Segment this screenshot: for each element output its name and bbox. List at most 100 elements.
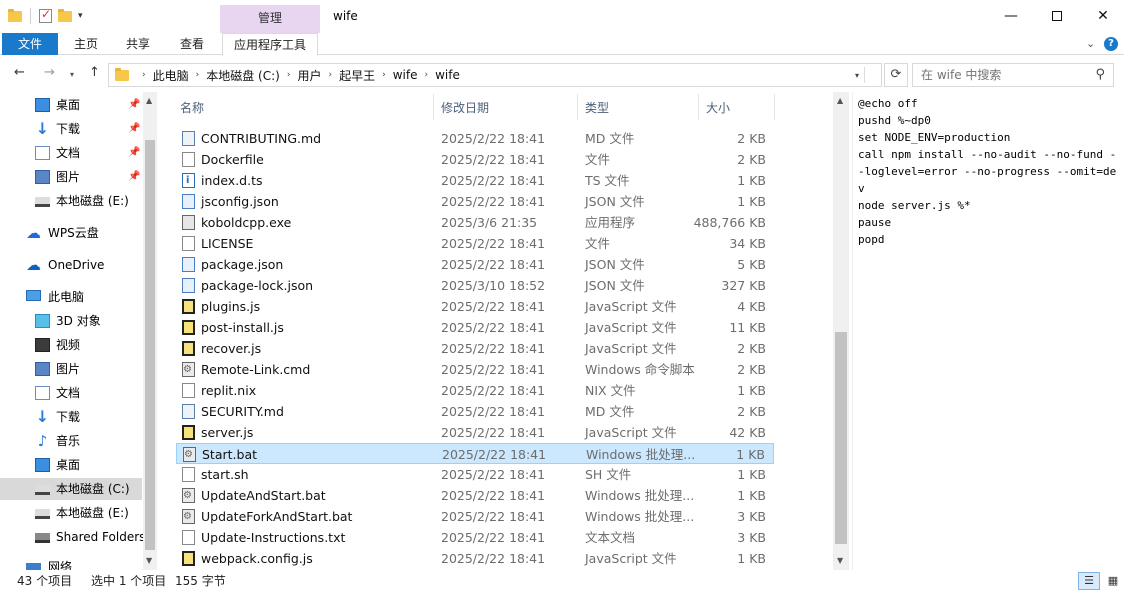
nav-item-pictures[interactable]: 图片 [0,358,142,380]
manage-context-tab[interactable]: 管理 [220,5,320,33]
desktop-icon [35,98,50,112]
tab-view[interactable]: 查看 [172,33,212,55]
column-header-name[interactable]: 名称 [180,99,204,116]
scroll-down-arrow-icon[interactable]: ▼ [146,556,152,565]
file-row[interactable]: CONTRIBUTING.md 2025/2/22 18:41 MD 文件 2 KB [176,128,774,149]
column-divider[interactable] [698,94,699,120]
large-icons-view-icon[interactable]: ▦ [1102,572,1124,590]
file-row[interactable]: package.json 2025/2/22 18:41 JSON 文件 5 KB [176,254,774,275]
nav-item-documents[interactable]: 文档 [0,382,142,404]
column-divider[interactable] [577,94,578,120]
file-row[interactable]: SECURITY.md 2025/2/22 18:41 MD 文件 2 KB [176,401,774,422]
nav-item-downloads-pinned[interactable]: ↓ 下载 📌 [0,118,142,140]
pin-icon[interactable]: 📌 [128,142,140,164]
properties-icon[interactable] [39,7,52,23]
column-header-date[interactable]: 修改日期 [441,99,489,116]
details-view-icon[interactable]: ☰ [1078,572,1100,590]
file-row[interactable]: Dockerfile 2025/2/22 18:41 文件 2 KB [176,149,774,170]
file-row[interactable]: package-lock.json 2025/3/10 18:52 JSON 文件 3… [176,275,774,296]
scroll-up-arrow-icon[interactable]: ▲ [837,96,843,105]
expand-ribbon-chevron-icon[interactable]: ⌄ [1086,33,1095,55]
file-row[interactable]: koboldcpp.exe 2025/3/6 21:35 应用程序 488,766 K… [176,212,774,233]
breadcrumb-chevron-icon[interactable]: › [142,70,146,80]
refresh-button[interactable]: ⟳ [884,63,908,87]
search-input[interactable] [913,64,1083,86]
file-row[interactable]: Update-Instructions.txt 2025/2/22 18:41 文本… [176,527,774,548]
nav-item-3d-objects[interactable]: 3D 对象 [0,310,142,332]
breadcrumb-this-pc[interactable]: 此电脑 [153,67,189,84]
file-row[interactable]: index.d.ts 2025/2/22 18:41 TS 文件 1 KB [176,170,774,191]
breadcrumb-chevron-icon[interactable]: › [328,70,332,80]
file-row[interactable]: replit.nix 2025/2/22 18:41 NIX 文件 1 KB [176,380,774,401]
scrollbar-thumb[interactable] [145,140,155,550]
pin-icon[interactable]: 📌 [128,94,140,116]
nav-item-music[interactable]: ♪ 音乐 [0,430,142,452]
tab-share[interactable]: 共享 [118,33,158,55]
nav-item-drive-e[interactable]: 本地磁盘 (E:) [0,502,142,524]
file-row[interactable]: UpdateForkAndStart.bat 2025/2/22 18:41 Win… [176,506,774,527]
file-row[interactable]: server.js 2025/2/22 18:41 JavaScript 文件 42 … [176,422,774,443]
breadcrumb-drive-c[interactable]: 本地磁盘 (C:) [206,67,280,84]
forward-arrow-icon[interactable]: → [44,65,55,80]
nav-item-this-pc[interactable]: 此电脑 [0,286,142,308]
file-row[interactable]: LICENSE 2025/2/22 18:41 文件 34 KB [176,233,774,254]
search-icon[interactable]: ⚲ [1095,67,1105,82]
column-divider[interactable] [774,94,775,120]
breadcrumb-chevron-icon[interactable]: › [196,70,200,80]
scroll-up-arrow-icon[interactable]: ▲ [146,96,152,105]
nav-item-desktop[interactable]: 桌面 [0,454,142,476]
nav-item-drive-c[interactable]: 本地磁盘 (C:) [0,478,142,500]
navigation-pane-scrollbar[interactable]: ▲ ▼ [143,92,157,570]
nav-item-downloads[interactable]: ↓ 下载 [0,406,142,428]
file-row[interactable]: post-install.js 2025/2/22 18:41 JavaScript… [176,317,774,338]
file-row[interactable]: webpack.config.js 2025/2/22 18:41 JavaScri… [176,548,774,569]
recent-locations-chevron-icon[interactable]: ▾ [70,70,74,79]
breadcrumb-chevron-icon[interactable]: › [287,70,291,80]
address-history-dropdown-icon[interactable]: ▾ [855,71,859,80]
help-icon[interactable]: ? [1104,37,1118,51]
customize-toolbar-dropdown[interactable]: ▾ [78,11,83,21]
file-row[interactable]: Remote-Link.cmd 2025/2/22 18:41 Windows 命令… [176,359,774,380]
maximize-button[interactable] [1034,0,1080,32]
breadcrumb-users[interactable]: 用户 [297,67,321,84]
address-bar[interactable]: › 此电脑 › 本地磁盘 (C:) › 用户 › 起早王 › wife › wi… [108,63,882,87]
nav-item-shared-folders[interactable]: Shared Folders [0,526,145,548]
nav-item-onedrive[interactable]: ☁ OneDrive [0,254,142,276]
tab-application-tools[interactable]: 应用程序工具 [222,33,318,56]
breadcrumb-wife-parent[interactable]: wife [393,68,418,82]
pin-icon[interactable]: 📌 [128,118,140,140]
nav-item-wps-cloud[interactable]: ☁ WPS云盘 [0,222,142,244]
file-row[interactable]: jsconfig.json 2025/2/22 18:41 JSON 文件 1 KB [176,191,774,212]
back-arrow-icon[interactable]: ← [14,65,25,80]
nav-item-desktop-pinned[interactable]: 桌面 📌 [0,94,142,116]
nav-item-documents-pinned[interactable]: 文档 📌 [0,142,142,164]
column-header-type[interactable]: 类型 [585,99,609,116]
file-size: 11 KB [729,320,766,335]
nav-item-network[interactable]: 网络 [0,556,142,570]
file-row[interactable]: UpdateAndStart.bat 2025/2/22 18:41 Windows… [176,485,774,506]
breadcrumb-wife-current[interactable]: wife [435,68,460,82]
nav-item-drive-e-pinned[interactable]: 本地磁盘 (E:) [0,190,142,212]
up-arrow-icon[interactable]: ↑ [89,65,100,80]
breadcrumb-chevron-icon[interactable]: › [382,70,386,80]
nav-item-videos[interactable]: 视频 [0,334,142,356]
file-row[interactable]: start.sh 2025/2/22 18:41 SH 文件 1 KB [176,464,774,485]
file-row[interactable]: recover.js 2025/2/22 18:41 JavaScript 文件 2 … [176,338,774,359]
search-box[interactable]: ⚲ [912,63,1114,87]
nav-item-pictures-pinned[interactable]: 图片 📌 [0,166,142,188]
pin-icon[interactable]: 📌 [128,166,140,188]
file-row[interactable]: plugins.js 2025/2/22 18:41 JavaScript 文件 4 … [176,296,774,317]
new-folder-icon[interactable] [58,8,72,22]
tab-file[interactable]: 文件 [2,33,58,55]
close-button[interactable]: ✕ [1080,0,1124,32]
scrollbar-thumb[interactable] [835,332,847,544]
tab-home[interactable]: 主页 [66,33,106,55]
breadcrumb-chevron-icon[interactable]: › [424,70,428,80]
file-row[interactable]: Start.bat 2025/2/22 18:41 Windows 批处理... 1 … [176,443,774,465]
file-list-scrollbar[interactable]: ▲ ▼ [833,92,849,570]
minimize-button[interactable]: — [988,0,1034,32]
column-divider[interactable] [433,94,434,120]
scroll-down-arrow-icon[interactable]: ▼ [837,556,843,565]
breadcrumb-user[interactable]: 起早王 [339,67,375,84]
column-header-size[interactable]: 大小 [706,99,730,116]
